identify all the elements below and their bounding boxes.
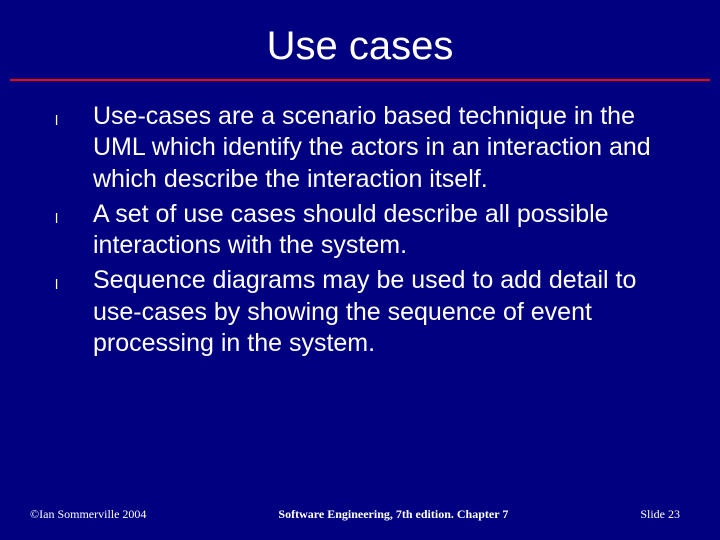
bullet-icon: l — [55, 265, 93, 299]
bullet-icon: l — [55, 101, 93, 135]
bullet-item: l Sequence diagrams may be used to add d… — [55, 265, 680, 359]
bullet-item: l A set of use cases should describe all… — [55, 199, 680, 262]
bullet-item: l Use-cases are a scenario based techniq… — [55, 101, 680, 195]
footer-slide-number: Slide 23 — [640, 507, 680, 522]
bullet-text: Use-cases are a scenario based technique… — [93, 101, 680, 195]
footer-title: Software Engineering, 7th edition. Chapt… — [146, 507, 640, 522]
slide-footer: ©Ian Sommerville 2004 Software Engineeri… — [0, 507, 720, 522]
bullet-icon: l — [55, 199, 93, 233]
footer-copyright: ©Ian Sommerville 2004 — [30, 507, 146, 522]
bullet-text: A set of use cases should describe all p… — [93, 199, 680, 262]
slide: Use cases l Use-cases are a scenario bas… — [0, 0, 720, 540]
slide-title: Use cases — [0, 0, 720, 79]
slide-content: l Use-cases are a scenario based techniq… — [0, 81, 720, 359]
bullet-text: Sequence diagrams may be used to add det… — [93, 265, 680, 359]
